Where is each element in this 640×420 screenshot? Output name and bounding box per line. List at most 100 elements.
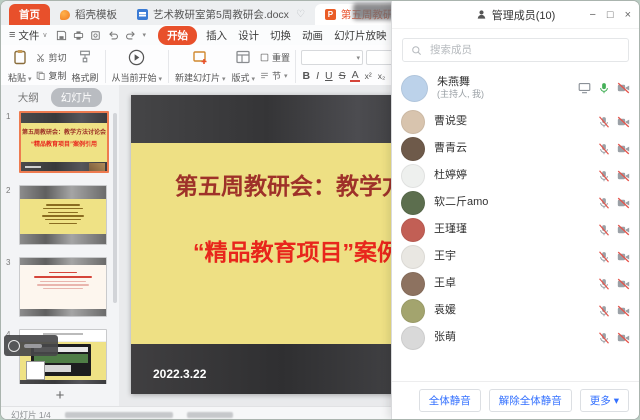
ribbon-tab-开始[interactable]: 开始 [158,26,197,45]
print-icon[interactable] [73,30,84,41]
slide-number: 2 [6,186,10,195]
screen-share-icon[interactable] [578,82,591,94]
document-tab-docer[interactable]: 稻壳模板 [50,4,127,25]
mic-muted-icon[interactable] [598,170,610,182]
font-name-select[interactable]: ▾ [301,50,363,65]
camera-off-icon[interactable] [617,143,630,155]
mic-muted-icon[interactable] [598,278,610,290]
copy-button[interactable]: 复制 [36,69,66,82]
reset-button[interactable]: 重置 [260,51,290,64]
camera-off-icon[interactable] [617,305,630,317]
document-tab-doc[interactable]: 艺术教研室第5周教研会.docx♡ [127,4,315,25]
minimize-button[interactable]: − [589,9,595,21]
member-row[interactable]: 王卓 [392,270,639,297]
member-names: 袁媛 [434,304,598,318]
section-button[interactable]: 节▾ [260,69,290,82]
member-row[interactable]: 曹青云 [392,135,639,162]
mic-muted-icon[interactable] [598,251,610,263]
cut-button[interactable]: 剪切 [36,51,66,64]
member-names: 王卓 [434,277,598,291]
camera-off-icon[interactable] [617,116,630,128]
tab-label: 首页 [19,7,40,22]
ribbon-tab-切换[interactable]: 切换 [268,27,293,44]
font-color-button[interactable]: A [350,70,360,82]
italic-button[interactable]: I [315,70,321,82]
slide-thumbnail-3[interactable]: 3 [19,257,105,317]
camera-off-icon[interactable] [617,170,630,182]
strikethrough-button[interactable]: S [337,70,347,82]
ribbon-tab-设计[interactable]: 设计 [236,27,261,44]
member-row[interactable]: 软二斤amo [392,189,639,216]
camera-off-icon[interactable] [617,332,630,344]
subscript-button[interactable]: x₂ [376,71,387,81]
member-row[interactable]: 王瑾瑾 [392,216,639,243]
member-names: 王宇 [434,250,598,264]
underline-button[interactable]: U [324,70,335,82]
qat-caret-icon[interactable]: ▾ [143,31,147,39]
member-names: 曹说雯 [434,115,598,129]
tab-slides[interactable]: 幻灯片 [51,88,103,107]
thumb-sub-line: “精品教育项目”案例引用 [21,139,107,148]
member-avatar [401,326,425,350]
mute-all-button[interactable]: 全体静音 [419,389,481,412]
member-row[interactable]: 曹说雯 [392,108,639,135]
camera-off-icon[interactable] [617,197,630,209]
mic-muted-icon[interactable] [598,332,610,344]
ribbon-tab-幻灯片放映[interactable]: 幻灯片放映 [332,27,389,44]
member-avatar [401,245,425,269]
document-tab-home[interactable]: 首页 [9,4,50,25]
close-button[interactable]: × [625,9,631,21]
member-row[interactable]: 袁媛 [392,297,639,324]
mic-muted-icon[interactable] [598,305,610,317]
camera-off-icon[interactable] [617,82,630,94]
superscript-button[interactable]: x² [363,71,373,81]
camera-off-icon[interactable] [617,278,630,290]
mic-muted-icon[interactable] [598,197,610,209]
add-slide-button[interactable]: + [1,388,119,404]
bold-button[interactable]: B [301,70,312,82]
member-list: 朱燕舞 (主持人, 我) 曹说雯 曹青云 杜婷婷 软二斤amo 王瑾瑾 [392,66,639,381]
mic-on-icon[interactable] [598,82,610,94]
mic-muted-icon[interactable] [598,116,610,128]
current-slide[interactable]: 第五周教研会：教学方法讨论会 “精品教育项目”案例引用 2022.3.22 [131,95,433,394]
paste-button[interactable]: 粘贴 ▾ [5,47,34,86]
member-row[interactable]: 朱燕舞 (主持人, 我) [392,68,639,108]
tab-outline[interactable]: 大纲 [18,90,39,105]
scissors-icon [36,53,45,62]
maximize-button[interactable]: □ [607,9,614,21]
format-painter-button[interactable]: 格式刷 [69,47,102,86]
mic-muted-icon[interactable] [598,224,610,236]
layout-button[interactable]: 版式 ▾ [228,47,257,86]
cut-copy-group: 剪切 复制 [34,47,68,86]
member-row[interactable]: 王宇 [392,243,639,270]
slide-panel: 大纲 幻灯片 1 第五周教研会：教学方法讨论会 “精品教育项目”案例引用 2 3 [1,85,120,406]
member-role: (主持人, 我) [437,89,578,100]
unmute-all-button[interactable]: 解除全体静音 [489,389,572,412]
slide-number: 3 [6,258,10,267]
slide-thumbnail-2[interactable]: 2 [19,185,105,245]
preview-icon[interactable] [90,30,101,41]
ribbon-tab-动画[interactable]: 动画 [300,27,325,44]
member-row[interactable]: 张萌 [392,324,639,351]
save-icon[interactable] [56,30,67,41]
mic-muted-icon[interactable] [598,143,610,155]
floating-record-widget[interactable] [4,335,58,356]
clipboard-icon [12,49,28,65]
slide-thumbnail-1[interactable]: 1 第五周教研会：教学方法讨论会 “精品教育项目”案例引用 [19,111,105,173]
ribbon-tab-插入[interactable]: 插入 [204,27,229,44]
member-row[interactable]: 杜婷婷 [392,162,639,189]
camera-off-icon[interactable] [617,224,630,236]
member-name: 王宇 [434,250,598,264]
status-blur-text [65,412,173,418]
member-search-box[interactable] [402,38,629,62]
undo-icon[interactable] [107,30,119,41]
file-menu-button[interactable]: ≡ 文件 ∨ [9,28,48,43]
more-button[interactable]: 更多 ▾ [580,389,629,412]
member-search-input[interactable] [428,43,620,57]
play-from-current-button[interactable]: 从当前开始 ▾ [109,47,165,86]
redo-icon[interactable] [125,30,137,41]
member-avatar [401,164,425,188]
new-slide-button[interactable]: 新建幻灯片 ▾ [172,47,228,86]
thumbnail-scrollbar[interactable] [113,113,117,303]
camera-off-icon[interactable] [617,251,630,263]
